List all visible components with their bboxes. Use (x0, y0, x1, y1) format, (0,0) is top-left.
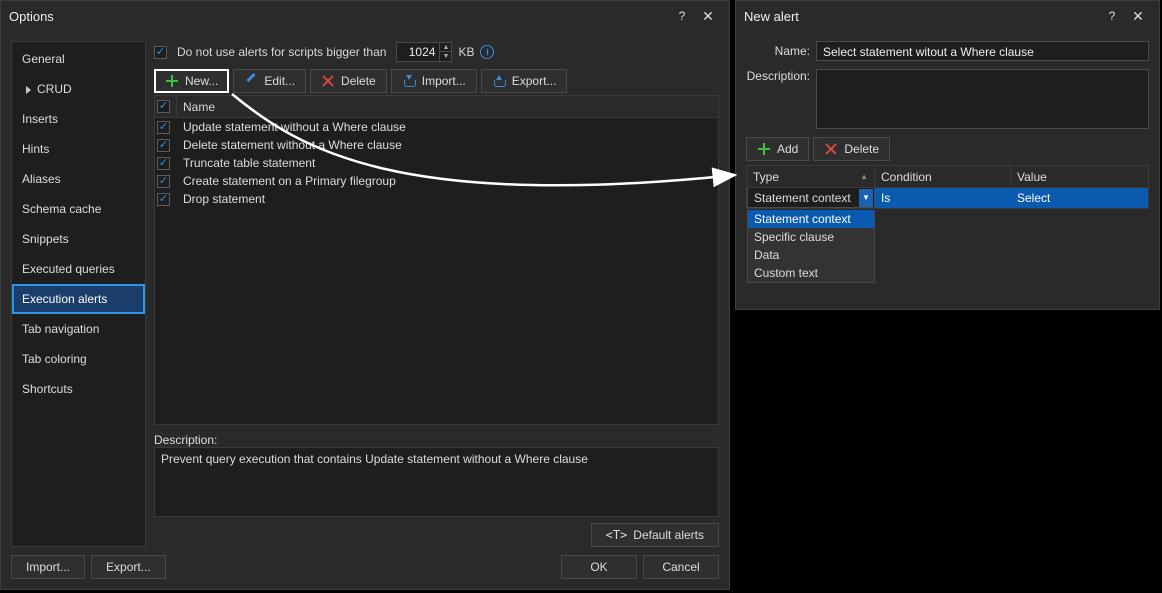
footer-import-button[interactable]: Import... (11, 555, 85, 579)
add-rule-button[interactable]: Add (746, 137, 809, 161)
rules-grid: Type ▲ Condition Value Statement context… (746, 165, 1149, 209)
sort-asc-icon: ▲ (860, 172, 868, 181)
x-icon (824, 142, 838, 156)
grid-header-name[interactable]: Name (177, 96, 718, 117)
select-all-checkbox[interactable] (157, 100, 170, 113)
sidebar-item-tab-coloring[interactable]: Tab coloring (12, 344, 145, 374)
help-icon[interactable]: ? (669, 3, 695, 29)
cancel-button[interactable]: Cancel (643, 555, 719, 579)
spin-arrows[interactable]: ▲▼ (439, 43, 451, 61)
export-button[interactable]: Export... (481, 69, 568, 93)
name-label: Name: (746, 44, 816, 58)
pencil-icon (244, 74, 258, 88)
dont-use-alerts-label: Do not use alerts for scripts bigger tha… (177, 45, 386, 59)
sidebar-item-hints[interactable]: Hints (12, 134, 145, 164)
description-label: Description: (154, 433, 719, 447)
dont-use-alerts-checkbox[interactable] (154, 46, 167, 59)
alert-row[interactable]: Update statement without a Where clause (155, 118, 718, 136)
options-title: Options (9, 9, 54, 24)
delete-rule-button[interactable]: Delete (813, 137, 890, 161)
size-value[interactable]: 1024 (397, 45, 439, 59)
sidebar-item-executed-queries[interactable]: Executed queries (12, 254, 145, 284)
chevron-down-icon[interactable]: ▼ (859, 189, 873, 207)
x-icon (321, 74, 335, 88)
dropdown-option[interactable]: Data (748, 246, 874, 264)
options-titlebar: Options ? ✕ (1, 1, 729, 31)
alert-description-field[interactable] (816, 69, 1149, 129)
edit-button[interactable]: Edit... (233, 69, 306, 93)
sidebar-item-general[interactable]: General (12, 44, 145, 74)
condition-cell[interactable]: Is (875, 188, 1011, 208)
type-dropdown-popup: Statement context Specific clause Data C… (747, 210, 875, 283)
alert-row[interactable]: Truncate table statement (155, 154, 718, 172)
dropdown-option[interactable]: Custom text (748, 264, 874, 282)
sidebar-item-execution-alerts[interactable]: Execution alerts (12, 284, 145, 314)
new-alert-window: New alert ? ✕ Name: Select statement wit… (735, 0, 1160, 310)
new-alert-title: New alert (744, 9, 799, 24)
help-icon[interactable]: ? (1099, 3, 1125, 29)
header-condition[interactable]: Condition (875, 166, 1011, 187)
options-window: Options ? ✕ General CRUD Inserts Hints A… (0, 0, 730, 590)
size-unit: KB (458, 45, 474, 59)
footer-export-button[interactable]: Export... (91, 555, 166, 579)
sidebar-item-tab-navigation[interactable]: Tab navigation (12, 314, 145, 344)
sidebar-item-schema-cache[interactable]: Schema cache (12, 194, 145, 224)
reset-icon: <T> (606, 528, 628, 542)
row-checkbox[interactable] (157, 157, 170, 170)
plus-icon (165, 74, 179, 88)
rule-row[interactable]: Statement context ▼ Is Select (747, 188, 1148, 208)
default-alerts-button[interactable]: <T> Default alerts (591, 523, 719, 547)
header-value[interactable]: Value (1011, 166, 1148, 187)
sidebar-item-aliases[interactable]: Aliases (12, 164, 145, 194)
alerts-toolbar: New... Edit... Delete Import... (154, 69, 719, 93)
row-checkbox[interactable] (157, 175, 170, 188)
type-dropdown[interactable]: Statement context ▼ (747, 188, 875, 208)
options-sidebar: General CRUD Inserts Hints Aliases Schem… (11, 41, 146, 547)
row-checkbox[interactable] (157, 121, 170, 134)
alert-row[interactable]: Create statement on a Primary filegroup (155, 172, 718, 190)
import-button[interactable]: Import... (391, 69, 477, 93)
dropdown-option[interactable]: Specific clause (748, 228, 874, 246)
plus-icon (757, 142, 771, 156)
sidebar-item-snippets[interactable]: Snippets (12, 224, 145, 254)
value-cell[interactable]: Select (1011, 188, 1148, 208)
header-type[interactable]: Type ▲ (747, 166, 875, 187)
new-alert-titlebar: New alert ? ✕ (736, 1, 1159, 31)
new-button[interactable]: New... (154, 69, 229, 93)
export-icon (492, 74, 506, 88)
info-icon[interactable]: i (480, 45, 494, 59)
alert-row[interactable]: Delete statement without a Where clause (155, 136, 718, 154)
sidebar-item-inserts[interactable]: Inserts (12, 104, 145, 134)
row-checkbox[interactable] (157, 139, 170, 152)
description-box: Prevent query execution that contains Up… (154, 447, 719, 517)
name-field[interactable]: Select statement witout a Where clause (816, 41, 1149, 61)
alert-description-label: Description: (746, 69, 816, 83)
sidebar-item-crud[interactable]: CRUD (12, 74, 145, 104)
dropdown-option[interactable]: Statement context (748, 210, 874, 228)
ok-button[interactable]: OK (561, 555, 637, 579)
alerts-grid: Name Update statement without a Where cl… (154, 95, 719, 425)
sidebar-item-shortcuts[interactable]: Shortcuts (12, 374, 145, 404)
import-icon (402, 74, 416, 88)
close-icon[interactable]: ✕ (1125, 3, 1151, 29)
row-checkbox[interactable] (157, 193, 170, 206)
close-icon[interactable]: ✕ (695, 3, 721, 29)
delete-button[interactable]: Delete (310, 69, 387, 93)
size-spinbox[interactable]: 1024 ▲▼ (396, 42, 452, 62)
alert-row[interactable]: Drop statement (155, 190, 718, 208)
